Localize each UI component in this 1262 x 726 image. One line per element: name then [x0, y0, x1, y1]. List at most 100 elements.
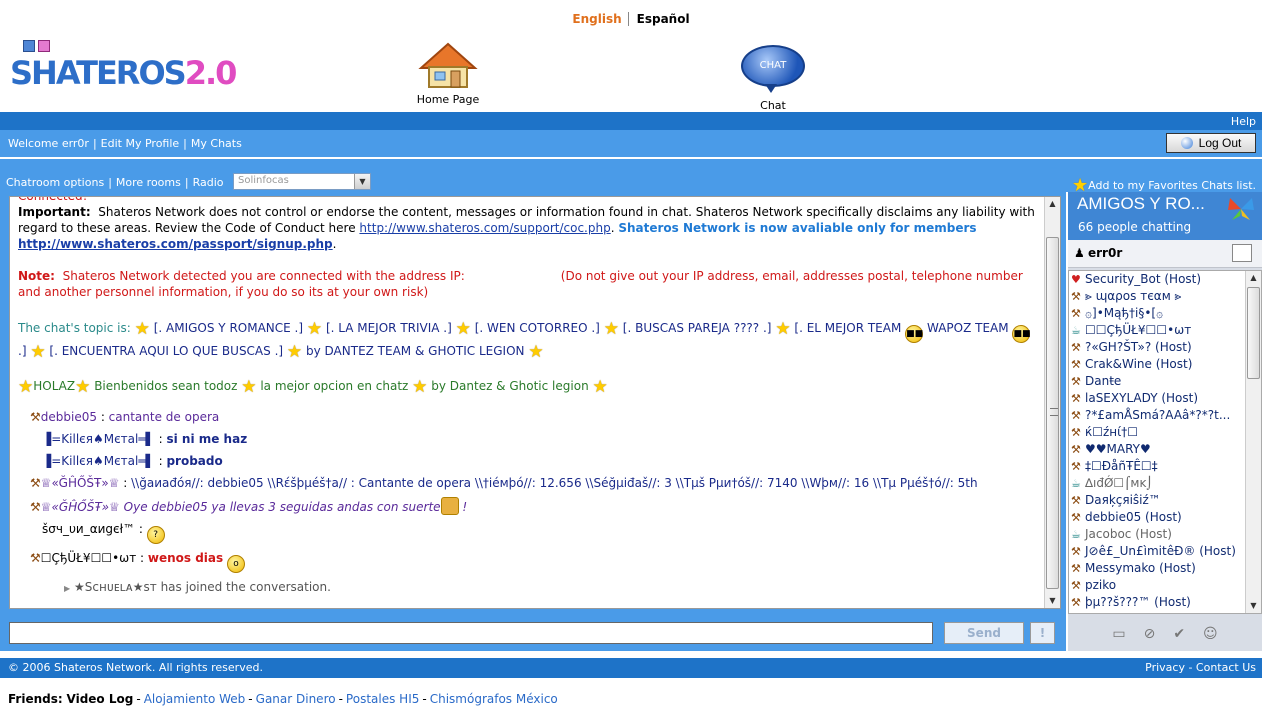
my-chats-link[interactable]: My Chats — [191, 137, 242, 150]
user-list-item[interactable]: ⚒ ќ☐źнί†☐ — [1071, 424, 1243, 441]
check-icon[interactable]: ✔ — [1173, 626, 1185, 642]
copyright: © 2006 Shateros Network. All rights rese… — [8, 661, 263, 674]
connected-status: Connected! — [18, 196, 88, 203]
lang-english-link[interactable]: English — [572, 12, 629, 26]
profile-icon[interactable]: ☺ — [1203, 626, 1218, 642]
user-list-item[interactable]: ☕ ∆ıđǾ☐⌠мĸ⌡ — [1071, 475, 1243, 492]
message-user[interactable]: ▐=Killєя♠Mєтal═▌ — [42, 454, 155, 468]
language-bar: English Español — [0, 12, 1262, 26]
chat-messages-box: Connected! Important: Shateros Network d… — [9, 196, 1061, 609]
user-list-scrollbar[interactable]: ▲ ▼ — [1245, 271, 1261, 613]
scroll-thumb[interactable] — [1247, 287, 1260, 379]
chat-message: ▐=Killєя♠Mєтal═▌ : probado — [42, 454, 223, 468]
send-button[interactable]: Send — [944, 622, 1024, 644]
message-user[interactable]: šσч_υи_αиgєł™ — [42, 522, 135, 536]
coffee-cup-icon[interactable] — [1232, 244, 1252, 262]
friend-link[interactable]: Postales HI5 — [346, 692, 419, 706]
message-user[interactable]: ▐=Killєя♠Mєтal═▌ — [42, 432, 155, 446]
message-user[interactable]: ♕«ĞĤŐŠŦ»♕ — [41, 476, 120, 490]
home-page-label: Home Page — [416, 93, 480, 106]
message-user[interactable]: debbie05 — [41, 410, 97, 424]
user-actions: ▭ ⊘ ✔ ☺ — [1068, 616, 1262, 651]
user-list-item[interactable]: ☕ ☐☐ÇђÜŁ¥☐☐•ωт — [1071, 322, 1243, 339]
contact-link[interactable]: Contact Us — [1196, 661, 1256, 674]
scroll-down-icon[interactable]: ▼ — [1246, 599, 1261, 613]
log-out-button[interactable]: Log Out — [1166, 133, 1256, 153]
thinking-smiley-icon: ? — [146, 526, 165, 544]
gavel-icon: ⚒ — [1071, 579, 1081, 592]
house-icon — [418, 42, 478, 88]
user-list-item[interactable]: ⚒ Danŧe — [1071, 373, 1243, 390]
friend-link[interactable]: Ganar Dinero — [256, 692, 336, 706]
user-icon: ♟ — [1074, 246, 1085, 260]
gavel-icon: ⚒ — [1071, 358, 1081, 371]
scroll-down-icon[interactable]: ▼ — [1045, 594, 1060, 608]
user-list: ♥ Security_Bot (Host) ⚒ ⪢ ɰαρos тєαм ⪢ ⚒ ۞]… — [1068, 270, 1262, 614]
user-list-item[interactable]: ⚒ pziko — [1071, 577, 1243, 594]
user-list-item[interactable]: ⚒ þµ??š???™ (Host) — [1071, 594, 1243, 611]
chat-scrollbar[interactable]: ▲ ▼ — [1044, 197, 1060, 608]
user-list-item[interactable]: ♥ Security_Bot (Host) — [1071, 271, 1243, 288]
user-list-item[interactable]: ⚒ Messymako (Host) — [1071, 560, 1243, 577]
scroll-thumb[interactable] — [1046, 237, 1059, 589]
more-rooms-link[interactable]: More rooms — [116, 176, 181, 189]
current-user[interactable]: ♟ err0r — [1068, 240, 1262, 268]
user-list-item[interactable]: ⚒ ?«GH?ŠT»? (Host) — [1071, 339, 1243, 356]
user-list-item[interactable]: ⚒ ۞]•Mąђ†i§•[۞ — [1071, 305, 1243, 322]
friend-link[interactable]: Video Log — [67, 692, 134, 706]
whisper-icon[interactable]: ▭ — [1112, 626, 1125, 642]
coffee-cup-icon: ☕ — [1071, 324, 1081, 337]
gavel-icon: ⚒ — [1071, 460, 1081, 473]
user-list-item[interactable]: ⚒ ‡☐ÐåñŦÊ☐‡ — [1071, 458, 1243, 475]
room-title: AMIGOS Y RO... — [1077, 194, 1205, 213]
user-list-item[interactable]: ⚒ debbie05 (Host) — [1071, 509, 1243, 526]
gavel-icon: ⚒ — [1071, 443, 1081, 456]
radio-select[interactable]: Solinfocas ▼ — [233, 173, 371, 190]
chevron-down-icon: ▼ — [354, 174, 370, 189]
user-list-item[interactable]: ⚒ laSEXYLADY (Host) — [1071, 390, 1243, 407]
signup-link[interactable]: http://www.shateros.com/passport/signup.… — [18, 237, 333, 251]
friend-link[interactable]: Alojamiento Web — [144, 692, 246, 706]
friends-label: Friends: — [8, 692, 63, 706]
chat-message: ⚒debbie05 : cantante de opera — [30, 410, 220, 424]
help-link[interactable]: Help — [1231, 115, 1256, 128]
gavel-icon: ⚒ — [1071, 494, 1081, 507]
user-list-item[interactable]: ⚒ ⪢ ɰαρos тєαм ⪢ — [1071, 288, 1243, 305]
user-list-item[interactable]: ⚒ ?*£amÅSmá?AAâ*?*?t... — [1071, 407, 1243, 424]
chatroom-options-link[interactable]: Chatroom options — [6, 176, 104, 189]
message-text: Oye debbie05 ya llevas 3 seguidas andas … — [123, 500, 441, 514]
beer-icon — [440, 497, 459, 515]
logo[interactable]: SHATEROS2.0 — [10, 38, 237, 110]
message-input[interactable] — [9, 622, 933, 644]
footer-bar: © 2006 Shateros Network. All rights rese… — [0, 658, 1262, 678]
message-user[interactable]: ♕«ĞĤŐŠŦ»♕ — [41, 500, 120, 514]
scroll-up-icon[interactable]: ▲ — [1045, 197, 1060, 211]
scroll-up-icon[interactable]: ▲ — [1246, 271, 1261, 285]
gavel-icon: ⚒ — [1071, 392, 1081, 405]
user-list-item[interactable]: ⚒ Daяķçяiŝiź™ — [1071, 492, 1243, 509]
cool-smiley-icon: ■■ — [905, 325, 923, 343]
people-count: 66 people chatting — [1078, 220, 1192, 234]
gavel-icon: ⚒ — [30, 476, 41, 490]
current-user-name: err0r — [1088, 246, 1123, 260]
home-page-nav[interactable]: Home Page — [408, 40, 488, 106]
gavel-icon: ⚒ — [1071, 562, 1081, 575]
gavel-icon: ⚒ — [1071, 545, 1081, 558]
welcome-text: Welcome err0r — [8, 137, 89, 150]
message-text: cantante de opera — [108, 410, 220, 424]
block-icon[interactable]: ⊘ — [1144, 626, 1156, 642]
edit-profile-link[interactable]: Edit My Profile — [101, 137, 180, 150]
user-list-item[interactable]: ⚒ ♥♥MARY♥ — [1071, 441, 1243, 458]
lang-espanol-link[interactable]: Español — [629, 12, 690, 26]
user-list-item[interactable]: ☕ Jacoboc (Host) — [1071, 526, 1243, 543]
coc-link[interactable]: http://www.shateros.com/support/coc.php — [359, 221, 610, 235]
friend-link[interactable]: Chismógrafos México — [430, 692, 558, 706]
user-list-item[interactable]: ⚒ Crak&Wine (Host) — [1071, 356, 1243, 373]
alert-button[interactable]: ! — [1030, 622, 1055, 644]
message-user[interactable]: ☐ÇђÜŁ¥☐☐•ωт — [41, 551, 136, 565]
privacy-link[interactable]: Privacy — [1145, 661, 1185, 674]
chat-nav[interactable]: CHAT Chat — [733, 45, 813, 112]
star-icon: ★ — [306, 319, 323, 339]
user-list-item[interactable]: ⚒ J⊘ê£_Un£ìmitêÐ® (Host) — [1071, 543, 1243, 560]
chat-panel: Connected! Important: Shateros Network d… — [0, 192, 1066, 617]
